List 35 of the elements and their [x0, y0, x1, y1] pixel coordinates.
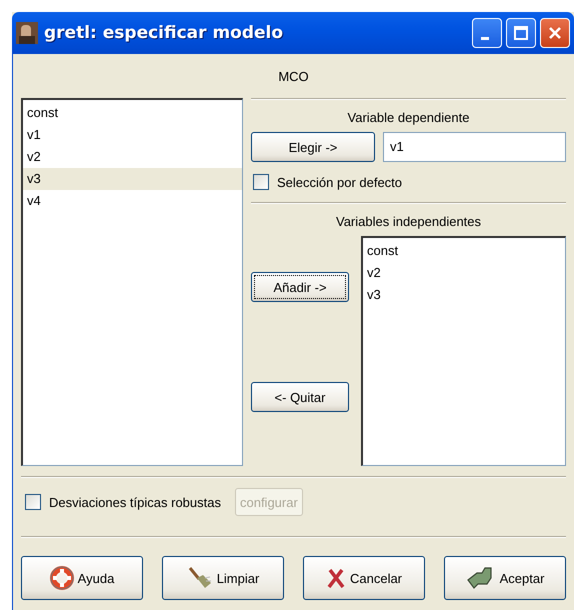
maximize-icon — [511, 23, 531, 43]
clear-button[interactable]: Limpiar — [162, 556, 284, 600]
help-button[interactable]: Ayuda — [21, 556, 143, 600]
list-item[interactable]: v3 — [363, 284, 565, 306]
checkbox-label: Selección por defecto — [277, 174, 402, 190]
remove-button[interactable]: <- Quitar — [251, 382, 349, 412]
list-item[interactable]: const — [363, 240, 565, 262]
list-item[interactable]: const — [23, 102, 242, 124]
maximize-button[interactable] — [506, 18, 536, 48]
checkbox[interactable] — [25, 494, 41, 510]
list-item[interactable]: v2 — [23, 146, 242, 168]
list-item[interactable]: v3 — [23, 168, 242, 190]
variable-list[interactable]: const v1 v2 v3 v4 — [21, 98, 243, 466]
list-item[interactable]: v1 — [23, 124, 242, 146]
section-heading: Variable dependiente — [346, 109, 470, 127]
dependent-field[interactable]: v1 — [383, 132, 566, 162]
minimize-icon — [481, 36, 489, 40]
close-button[interactable] — [540, 18, 570, 48]
minimize-button[interactable] — [472, 18, 502, 48]
add-button[interactable]: Añadir -> — [251, 272, 349, 302]
cancel-button[interactable]: Cancelar — [303, 556, 425, 600]
list-item[interactable]: v4 — [23, 190, 242, 212]
choose-button[interactable]: Elegir -> — [251, 132, 375, 162]
window-title: gretl: especificar modelo — [44, 23, 284, 43]
checkbox[interactable] — [253, 174, 269, 190]
estimator-label: MCO — [277, 68, 310, 86]
ok-button[interactable]: Aceptar — [444, 556, 566, 600]
independent-list[interactable]: const v2 v3 — [361, 236, 566, 466]
list-item[interactable]: v2 — [363, 262, 565, 284]
checkbox-label: Desviaciones típicas robustas — [49, 494, 221, 510]
cross-icon — [326, 567, 346, 589]
lifebuoy-icon — [50, 566, 74, 590]
brush-icon — [186, 566, 213, 590]
app-icon — [16, 22, 38, 44]
section-heading: Variables independientes — [334, 213, 482, 231]
